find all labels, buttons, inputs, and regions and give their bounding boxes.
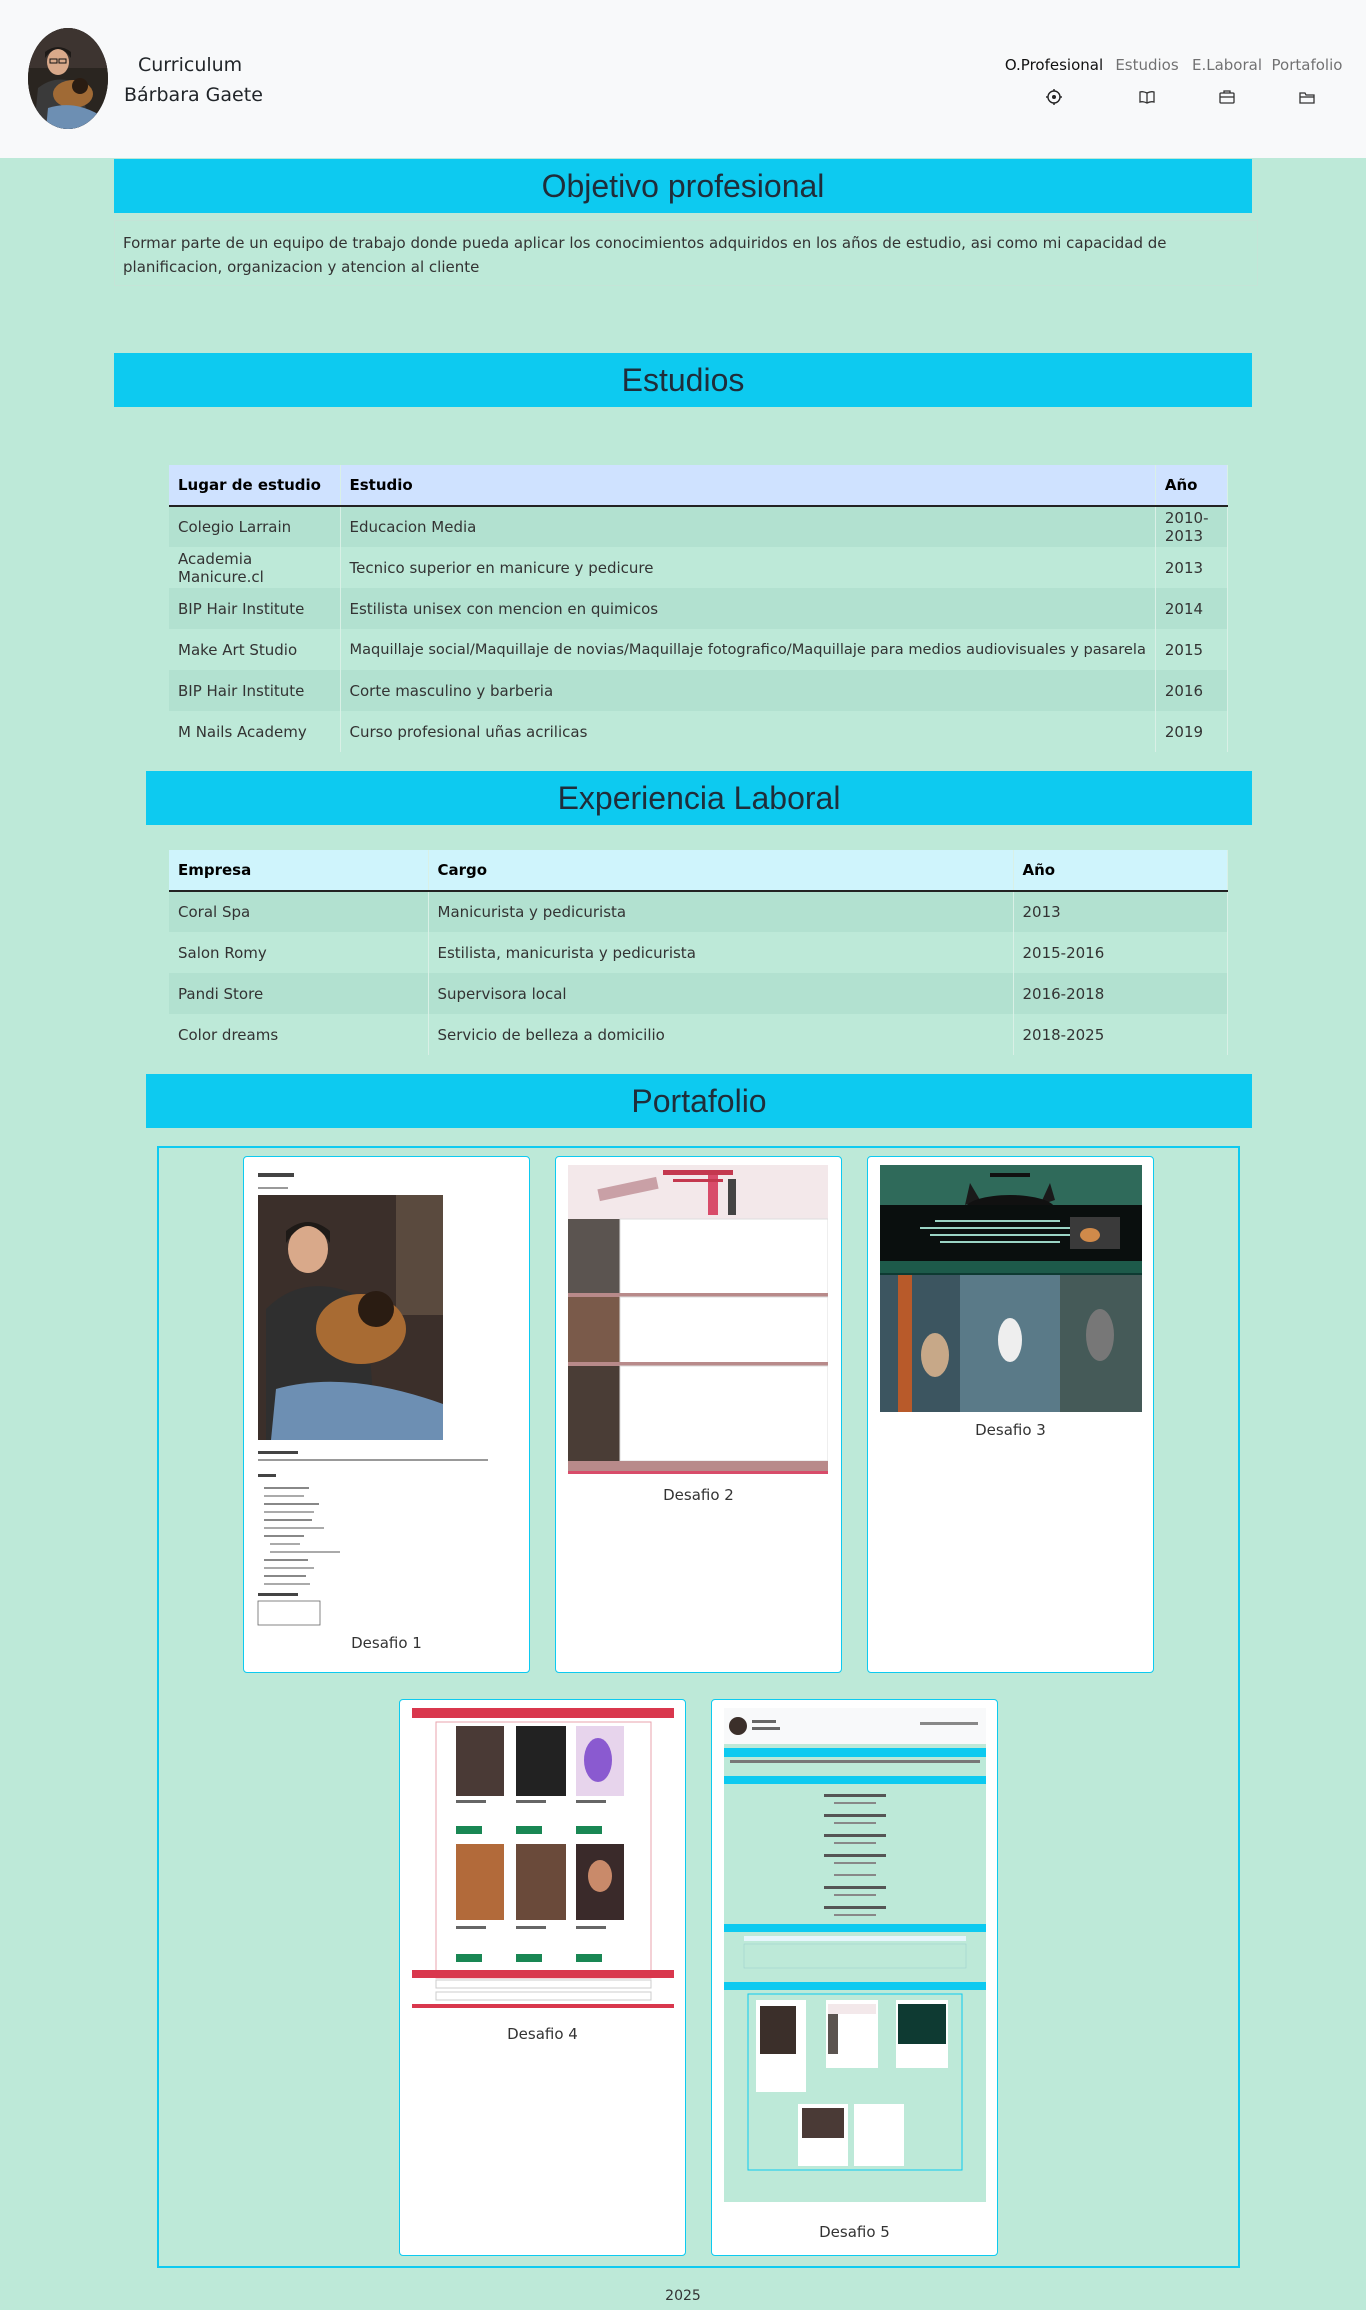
table-cell: 2015 [1155, 629, 1229, 670]
table-cell: Estilista, manicurista y pedicurista [428, 932, 1014, 973]
table-header-row: Empresa Cargo Año [169, 850, 1228, 892]
portfolio-caption: Desafio 4 [507, 2025, 578, 2043]
table-cell: M Nails Academy [169, 711, 341, 752]
column-header: Empresa [169, 850, 429, 892]
table-cell: Corte masculino y barberia [340, 670, 1156, 711]
portfolio-caption: Desafio 2 [663, 1486, 734, 1504]
nav-label: Portafolio [1271, 56, 1343, 74]
studies-title: Estudios [621, 362, 745, 398]
table-header-row: Lugar de estudio Estudio Año [169, 465, 1229, 507]
portfolio-card-1[interactable]: Desafio 1 [243, 1156, 530, 1673]
table-cell: 2010-2013 [1155, 506, 1229, 547]
nav-item-portafolio[interactable]: Portafolio [1267, 56, 1347, 106]
table-cell: 2013 [1013, 891, 1228, 932]
portfolio-banner: Portafolio [146, 1074, 1252, 1128]
portfolio-caption: Desafio 5 [819, 2223, 890, 2241]
portfolio-caption: Desafio 1 [351, 1634, 422, 1652]
work-title: Experiencia Laboral [557, 780, 841, 816]
avatar [28, 28, 108, 129]
table-cell: Manicurista y pedicurista [428, 891, 1014, 932]
table-cell: Coral Spa [169, 891, 429, 932]
table-cell: Estilista unisex con mencion en quimicos [340, 588, 1156, 629]
brand[interactable]: Curriculum Bárbara Gaete [124, 50, 263, 110]
table-row: Color dreams Servicio de belleza a domic… [169, 1014, 1228, 1055]
portfolio-title: Portafolio [631, 1083, 767, 1119]
nav-label: Estudios [1115, 56, 1179, 74]
work-table: Empresa Cargo Año Coral Spa Manicurista … [169, 850, 1228, 1055]
studies-banner: Estudios [114, 353, 1252, 407]
nav-item-objetivo[interactable]: O.Profesional [1001, 56, 1107, 106]
portfolio-card-2[interactable]: Desafio 2 [555, 1156, 842, 1673]
table-cell: Maquillaje social/Maquillaje de novias/M… [340, 629, 1156, 670]
table-row: Pandi Store Supervisora local 2016-2018 [169, 973, 1228, 1014]
table-cell: Salon Romy [169, 932, 429, 973]
portfolio-card-5[interactable]: Desafio 5 [711, 1699, 998, 2256]
table-cell: 2016 [1155, 670, 1229, 711]
studies-table: Lugar de estudio Estudio Año Colegio Lar… [169, 465, 1229, 752]
nav-label: O.Profesional [1004, 56, 1104, 74]
table-cell: 2013 [1155, 547, 1229, 588]
table-cell: Make Art Studio [169, 629, 341, 670]
table-cell: Tecnico superior en manicure y pedicure [340, 547, 1156, 588]
table-cell: 2018-2025 [1013, 1014, 1228, 1055]
table-cell: Educacion Media [340, 506, 1156, 547]
portfolio-thumbnail [412, 1708, 674, 2008]
portfolio-card-3[interactable]: Desafio 3 [867, 1156, 1154, 1673]
column-header: Año [1155, 465, 1229, 507]
table-cell: Pandi Store [169, 973, 429, 1014]
table-cell: Color dreams [169, 1014, 429, 1055]
book-icon [1139, 91, 1155, 104]
column-header: Estudio [340, 465, 1156, 507]
table-row: BIP Hair Institute Corte masculino y bar… [169, 670, 1229, 711]
table-cell: Supervisora local [428, 973, 1014, 1014]
target-icon [1046, 89, 1062, 105]
column-header: Año [1013, 850, 1228, 892]
nav-menu: O.Profesional Estudios E.Laboral Portafo… [1001, 56, 1347, 106]
portfolio-thumbnail [724, 1708, 986, 2202]
table-cell: Academia Manicure.cl [169, 547, 341, 588]
column-header: Lugar de estudio [169, 465, 341, 507]
nav-label: E.Laboral [1191, 56, 1263, 74]
table-cell: BIP Hair Institute [169, 670, 341, 711]
portfolio-grid: Desafio 1 Desafio 2 Desafio 3 Desafio 4 … [157, 1146, 1240, 2268]
footer: 2025 [665, 2288, 701, 2304]
table-row: Make Art Studio Maquillaje social/Maquil… [169, 629, 1229, 670]
nav-item-estudios[interactable]: Estudios [1107, 56, 1187, 106]
brand-title: Curriculum [138, 54, 243, 76]
objective-title: Objetivo profesional [541, 168, 825, 204]
table-row: Colegio Larrain Educacion Media 2010-201… [169, 506, 1229, 547]
briefcase-icon [1219, 90, 1235, 104]
navbar: Curriculum Bárbara Gaete O.Profesional E… [0, 0, 1366, 158]
table-row: Salon Romy Estilista, manicurista y pedi… [169, 932, 1228, 973]
table-cell: 2016-2018 [1013, 973, 1228, 1014]
table-cell: 2019 [1155, 711, 1229, 752]
work-banner: Experiencia Laboral [146, 771, 1252, 825]
portfolio-thumbnail [256, 1169, 516, 1629]
nav-item-laboral[interactable]: E.Laboral [1187, 56, 1267, 106]
brand-name: Bárbara Gaete [124, 84, 263, 106]
portfolio-card-4[interactable]: Desafio 4 [399, 1699, 686, 2256]
table-row: BIP Hair Institute Estilista unisex con … [169, 588, 1229, 629]
folder-icon [1299, 92, 1315, 104]
objective-banner: Objetivo profesional [114, 159, 1252, 213]
table-cell: Colegio Larrain [169, 506, 341, 547]
table-row: Academia Manicure.cl Tecnico superior en… [169, 547, 1229, 588]
table-row: Coral Spa Manicurista y pedicurista 2013 [169, 891, 1228, 932]
portfolio-thumbnail [568, 1165, 828, 1479]
portfolio-caption: Desafio 3 [975, 1421, 1046, 1439]
table-cell: 2015-2016 [1013, 932, 1228, 973]
portfolio-thumbnail [880, 1165, 1142, 1412]
table-row: M Nails Academy Curso profesional uñas a… [169, 711, 1229, 752]
table-cell: BIP Hair Institute [169, 588, 341, 629]
table-cell: 2014 [1155, 588, 1229, 629]
table-cell: Curso profesional uñas acrilicas [340, 711, 1156, 752]
column-header: Cargo [428, 850, 1014, 892]
objective-text: Formar parte de un equipo de trabajo don… [114, 220, 1258, 286]
table-cell: Servicio de belleza a domicilio [428, 1014, 1014, 1055]
